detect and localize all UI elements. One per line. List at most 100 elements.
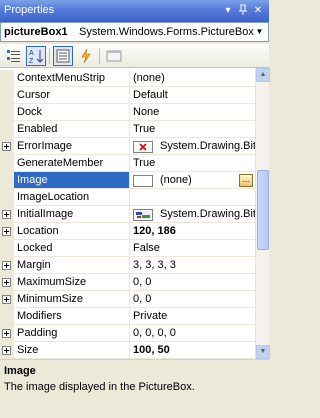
property-row[interactable]: Locked False [0,240,255,257]
description-title: Image [4,365,36,377]
properties-button[interactable] [53,46,73,66]
property-value[interactable]: 120, 186 [130,223,255,240]
expand-plus-icon[interactable] [2,227,11,236]
object-selector[interactable]: pictureBox1 System.Windows.Forms.Picture… [0,22,269,42]
property-name[interactable]: MaximumSize [14,274,130,291]
dropdown-icon[interactable]: ▾ [221,4,235,18]
row-gutter [0,257,14,274]
property-row[interactable]: InitialImage System.Drawing.Bit [0,206,255,223]
property-value[interactable]: (none) [130,70,255,87]
property-name[interactable]: Location [14,223,130,240]
property-name[interactable]: ImageLocation [14,189,130,206]
expand-plus-icon[interactable] [2,295,11,304]
property-row[interactable]: Padding 0, 0, 0, 0 [0,325,255,342]
row-gutter [0,342,14,359]
property-row[interactable]: Location 120, 186 [0,223,255,240]
property-row[interactable]: MinimumSize 0, 0 [0,291,255,308]
property-name[interactable]: GenerateMember [14,155,130,172]
object-name: pictureBox1 [4,26,68,38]
property-pages-button[interactable] [104,46,124,66]
property-name[interactable]: Margin [14,257,130,274]
row-gutter [0,155,14,172]
property-row[interactable]: Size 100, 50 [0,342,255,359]
row-gutter [0,325,14,342]
expand-plus-icon[interactable] [2,210,11,219]
property-value[interactable]: True [130,155,255,172]
property-value[interactable]: 0, 0, 0, 0 [130,325,255,342]
row-gutter [0,240,14,257]
properties-toolbar: A Z [0,44,269,68]
row-gutter [0,189,14,206]
vertical-scrollbar[interactable]: ▲ ▼ [255,68,270,359]
property-row[interactable]: Cursor Default [0,87,255,104]
categorized-button[interactable] [4,46,24,66]
property-name[interactable]: Dock [14,104,130,121]
property-row[interactable]: Enabled True [0,121,255,138]
window-titlebar: Properties ▾ ✕ [0,0,269,22]
property-name[interactable]: Cursor [14,87,130,104]
property-name[interactable]: InitialImage [14,206,130,223]
categorized-icon [7,50,20,62]
row-gutter [0,274,14,291]
property-row[interactable]: MaximumSize 0, 0 [0,274,255,291]
row-gutter [0,206,14,223]
property-name[interactable]: ContextMenuStrip [14,70,130,87]
property-name[interactable]: MinimumSize [14,291,130,308]
row-gutter [0,223,14,240]
property-value[interactable]: True [130,121,255,138]
property-row[interactable]: ErrorImage System.Drawing.Bit [0,138,255,155]
property-name[interactable]: Locked [14,240,130,257]
property-value[interactable]: False [130,240,255,257]
description-pane: Image The image displayed in the Picture… [0,359,269,418]
pin-icon[interactable] [236,4,250,18]
property-value[interactable]: Default [130,87,255,104]
expand-plus-icon[interactable] [2,142,11,151]
property-name[interactable]: Size [14,342,130,359]
scroll-up-icon[interactable]: ▲ [256,68,270,82]
scroll-down-icon[interactable]: ▼ [256,345,270,359]
row-gutter [0,104,14,121]
expand-plus-icon[interactable] [2,329,11,338]
object-type: System.Windows.Forms.PictureBox [79,26,254,38]
property-row[interactable]: ContextMenuStrip (none) [0,70,255,87]
expand-plus-icon[interactable] [2,261,11,270]
image-preview-swatch [133,175,153,187]
row-gutter [0,172,14,189]
property-row[interactable]: Image (none)... [0,172,255,189]
property-name[interactable]: ErrorImage [14,138,130,155]
property-row[interactable]: Dock None [0,104,255,121]
property-value[interactable]: 0, 0 [130,274,255,291]
property-value[interactable]: 100, 50 [130,342,255,359]
row-gutter [0,138,14,155]
property-value[interactable] [130,189,255,206]
property-grid: ContextMenuStrip (none) Cursor Default Dock N… [0,68,255,359]
toolbar-separator [49,48,50,64]
alphabetical-button[interactable]: A Z [26,46,46,66]
property-pages-icon [106,50,122,62]
properties-icon [56,49,70,63]
property-name[interactable]: Modifiers [14,308,130,325]
property-row[interactable]: Margin 3, 3, 3, 3 [0,257,255,274]
property-row[interactable]: GenerateMember True [0,155,255,172]
property-row[interactable]: Modifiers Private [0,308,255,325]
expand-plus-icon[interactable] [2,278,11,287]
property-name[interactable]: Image [14,172,130,189]
window-title: Properties [4,4,55,16]
expand-plus-icon[interactable] [2,346,11,355]
chevron-down-icon[interactable]: ▼ [252,24,267,40]
row-gutter [0,291,14,308]
property-row[interactable]: ImageLocation [0,189,255,206]
property-name[interactable]: Padding [14,325,130,342]
property-name[interactable]: Enabled [14,121,130,138]
row-gutter [0,121,14,138]
initial-image-icon [133,209,153,221]
property-value[interactable]: 3, 3, 3, 3 [130,257,255,274]
property-value[interactable]: None [130,104,255,121]
scroll-thumb[interactable] [257,170,269,250]
events-button[interactable] [76,46,96,66]
property-value[interactable]: Private [130,308,255,325]
ellipsis-button[interactable]: ... [239,174,253,187]
lightning-icon [81,48,91,64]
close-icon[interactable]: ✕ [251,4,265,18]
property-value[interactable]: 0, 0 [130,291,255,308]
